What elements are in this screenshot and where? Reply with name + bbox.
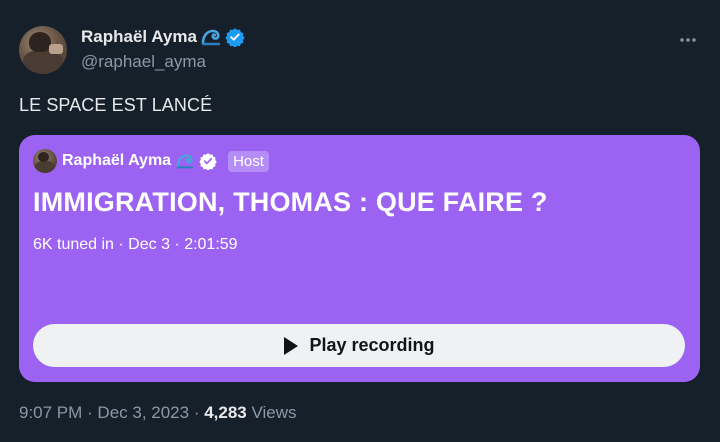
timestamp[interactable]: 9:07 PM · Dec 3, 2023 · xyxy=(19,403,204,422)
play-recording-button[interactable]: Play recording xyxy=(33,324,685,367)
space-host-row: Raphaël Ayma Host xyxy=(33,149,269,173)
more-options-icon[interactable] xyxy=(678,30,698,50)
tweet-footer: 9:07 PM · Dec 3, 2023 · 4,283 Views xyxy=(19,403,297,423)
author-handle[interactable]: @raphael_ayma xyxy=(81,52,206,72)
space-meta: 6K tuned in · Dec 3 · 2:01:59 xyxy=(33,236,238,253)
play-icon xyxy=(284,336,299,355)
author-name-row: Raphaël Ayma xyxy=(81,27,245,47)
verified-badge-icon xyxy=(199,153,217,170)
views-count: 4,283 xyxy=(204,403,247,422)
play-recording-label: Play recording xyxy=(309,335,435,355)
tweet-text: LE SPACE EST LANCÉ xyxy=(19,95,213,115)
verified-badge-icon[interactable] xyxy=(225,27,245,47)
host-badge: Host xyxy=(228,150,269,172)
space-card[interactable]: Raphaël Ayma Host IMMIGRATION, THOMAS : … xyxy=(19,135,700,382)
tweet: Raphaël Ayma @raphael_ayma LE SPACE EST … xyxy=(0,0,720,442)
water-wave-icon xyxy=(176,154,194,169)
author-avatar[interactable] xyxy=(19,26,67,74)
water-wave-icon xyxy=(201,29,221,46)
host-avatar xyxy=(33,149,57,173)
author-display-name[interactable]: Raphaël Ayma xyxy=(81,27,197,47)
space-title: IMMIGRATION, THOMAS : QUE FAIRE ? xyxy=(33,187,548,217)
views-label: Views xyxy=(246,403,297,422)
host-name: Raphaël Ayma xyxy=(62,152,172,169)
